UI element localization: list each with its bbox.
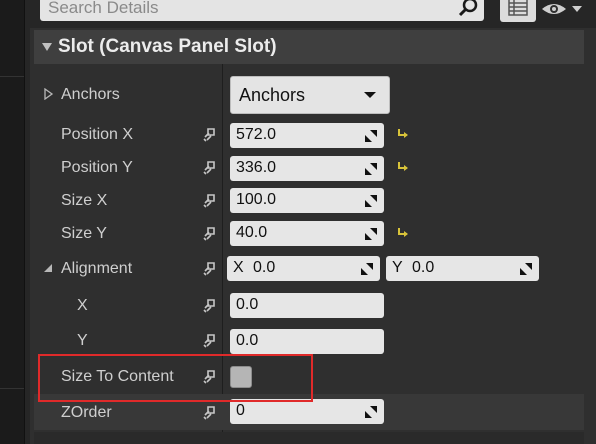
zorder-value: 0 bbox=[236, 402, 245, 419]
alignment-x-row-label: X bbox=[77, 297, 88, 314]
position-x-label: Position X bbox=[61, 126, 134, 143]
bind-pin-icon[interactable] bbox=[202, 261, 218, 277]
anchors-label: Anchors bbox=[61, 86, 120, 103]
alignment-x-row-field[interactable]: 0.0 bbox=[230, 293, 384, 318]
size-y-value: 40.0 bbox=[236, 224, 268, 241]
bind-pin-icon[interactable] bbox=[202, 127, 218, 143]
visibility-filter-button[interactable] bbox=[540, 0, 590, 22]
bind-pin-icon[interactable] bbox=[202, 333, 218, 349]
search-input[interactable] bbox=[48, 0, 448, 18]
bind-pin-icon[interactable] bbox=[202, 226, 218, 242]
search-box[interactable] bbox=[40, 0, 484, 21]
alignment-y-value: 0.0 bbox=[412, 259, 435, 276]
eye-icon bbox=[542, 4, 582, 14]
grid-icon bbox=[508, 0, 528, 16]
spin-arrow-icon[interactable] bbox=[364, 194, 378, 208]
alignment-y-row-field[interactable]: 0.0 bbox=[230, 329, 384, 354]
bind-pin-icon[interactable] bbox=[202, 298, 218, 314]
alignment-x-row-value: 0.0 bbox=[236, 296, 259, 313]
spin-arrow-icon[interactable] bbox=[360, 262, 374, 276]
spin-arrow-icon[interactable] bbox=[364, 227, 378, 241]
alignment-y-row-label: Y bbox=[77, 332, 88, 349]
zorder-field[interactable]: 0 bbox=[230, 399, 384, 424]
size-y-label: Size Y bbox=[61, 225, 107, 242]
details-toolbar bbox=[30, 0, 596, 28]
position-y-value: 336.0 bbox=[236, 159, 277, 176]
section-title: Slot (Canvas Panel Slot) bbox=[58, 36, 277, 57]
spin-arrow-icon[interactable] bbox=[364, 405, 378, 419]
alignment-y-row-value: 0.0 bbox=[236, 332, 259, 349]
size-to-content-highlight-box bbox=[38, 354, 313, 402]
size-x-field[interactable]: 100.0 bbox=[230, 188, 384, 213]
anchors-dropdown-value: Anchors bbox=[239, 85, 306, 105]
position-y-label: Position Y bbox=[61, 159, 133, 176]
chevron-down-icon bbox=[364, 92, 376, 98]
position-y-field[interactable]: 336.0 bbox=[230, 156, 384, 181]
reset-to-default-icon[interactable] bbox=[395, 226, 409, 238]
property-matrix-button[interactable] bbox=[500, 0, 536, 22]
zorder-label: ZOrder bbox=[61, 404, 112, 421]
size-x-label: Size X bbox=[61, 192, 108, 209]
expand-arrow-icon[interactable] bbox=[44, 88, 54, 100]
reset-to-default-icon[interactable] bbox=[395, 160, 409, 172]
reset-to-default-icon[interactable] bbox=[395, 127, 409, 139]
bind-pin-icon[interactable] bbox=[202, 405, 218, 421]
left-strip-line bbox=[0, 76, 24, 77]
spin-arrow-icon[interactable] bbox=[519, 262, 533, 276]
bind-pin-icon[interactable] bbox=[202, 160, 218, 176]
slot-section-header[interactable]: Slot (Canvas Panel Slot) bbox=[34, 30, 584, 64]
left-strip-line bbox=[0, 388, 24, 389]
size-x-value: 100.0 bbox=[236, 191, 277, 208]
spin-arrow-icon[interactable] bbox=[364, 129, 378, 143]
alignment-y-field[interactable]: Y 0.0 bbox=[386, 256, 539, 281]
spin-arrow-icon[interactable] bbox=[364, 162, 378, 176]
alignment-x-value: 0.0 bbox=[253, 259, 276, 276]
search-icon[interactable] bbox=[457, 0, 479, 19]
collapse-arrow-icon[interactable] bbox=[43, 263, 53, 273]
next-row-strip bbox=[34, 432, 584, 444]
alignment-x-field[interactable]: X 0.0 bbox=[227, 256, 380, 281]
bind-pin-icon[interactable] bbox=[202, 193, 218, 209]
position-x-value: 572.0 bbox=[236, 126, 277, 143]
position-x-field[interactable]: 572.0 bbox=[230, 123, 384, 148]
size-y-field[interactable]: 40.0 bbox=[230, 221, 384, 246]
alignment-label: Alignment bbox=[61, 260, 133, 277]
alignment-x-prefix: X bbox=[233, 259, 244, 276]
left-panel-strip bbox=[0, 0, 25, 444]
anchors-dropdown[interactable]: Anchors bbox=[230, 76, 390, 114]
collapse-arrow-icon[interactable] bbox=[42, 43, 52, 51]
alignment-y-prefix: Y bbox=[392, 259, 403, 276]
